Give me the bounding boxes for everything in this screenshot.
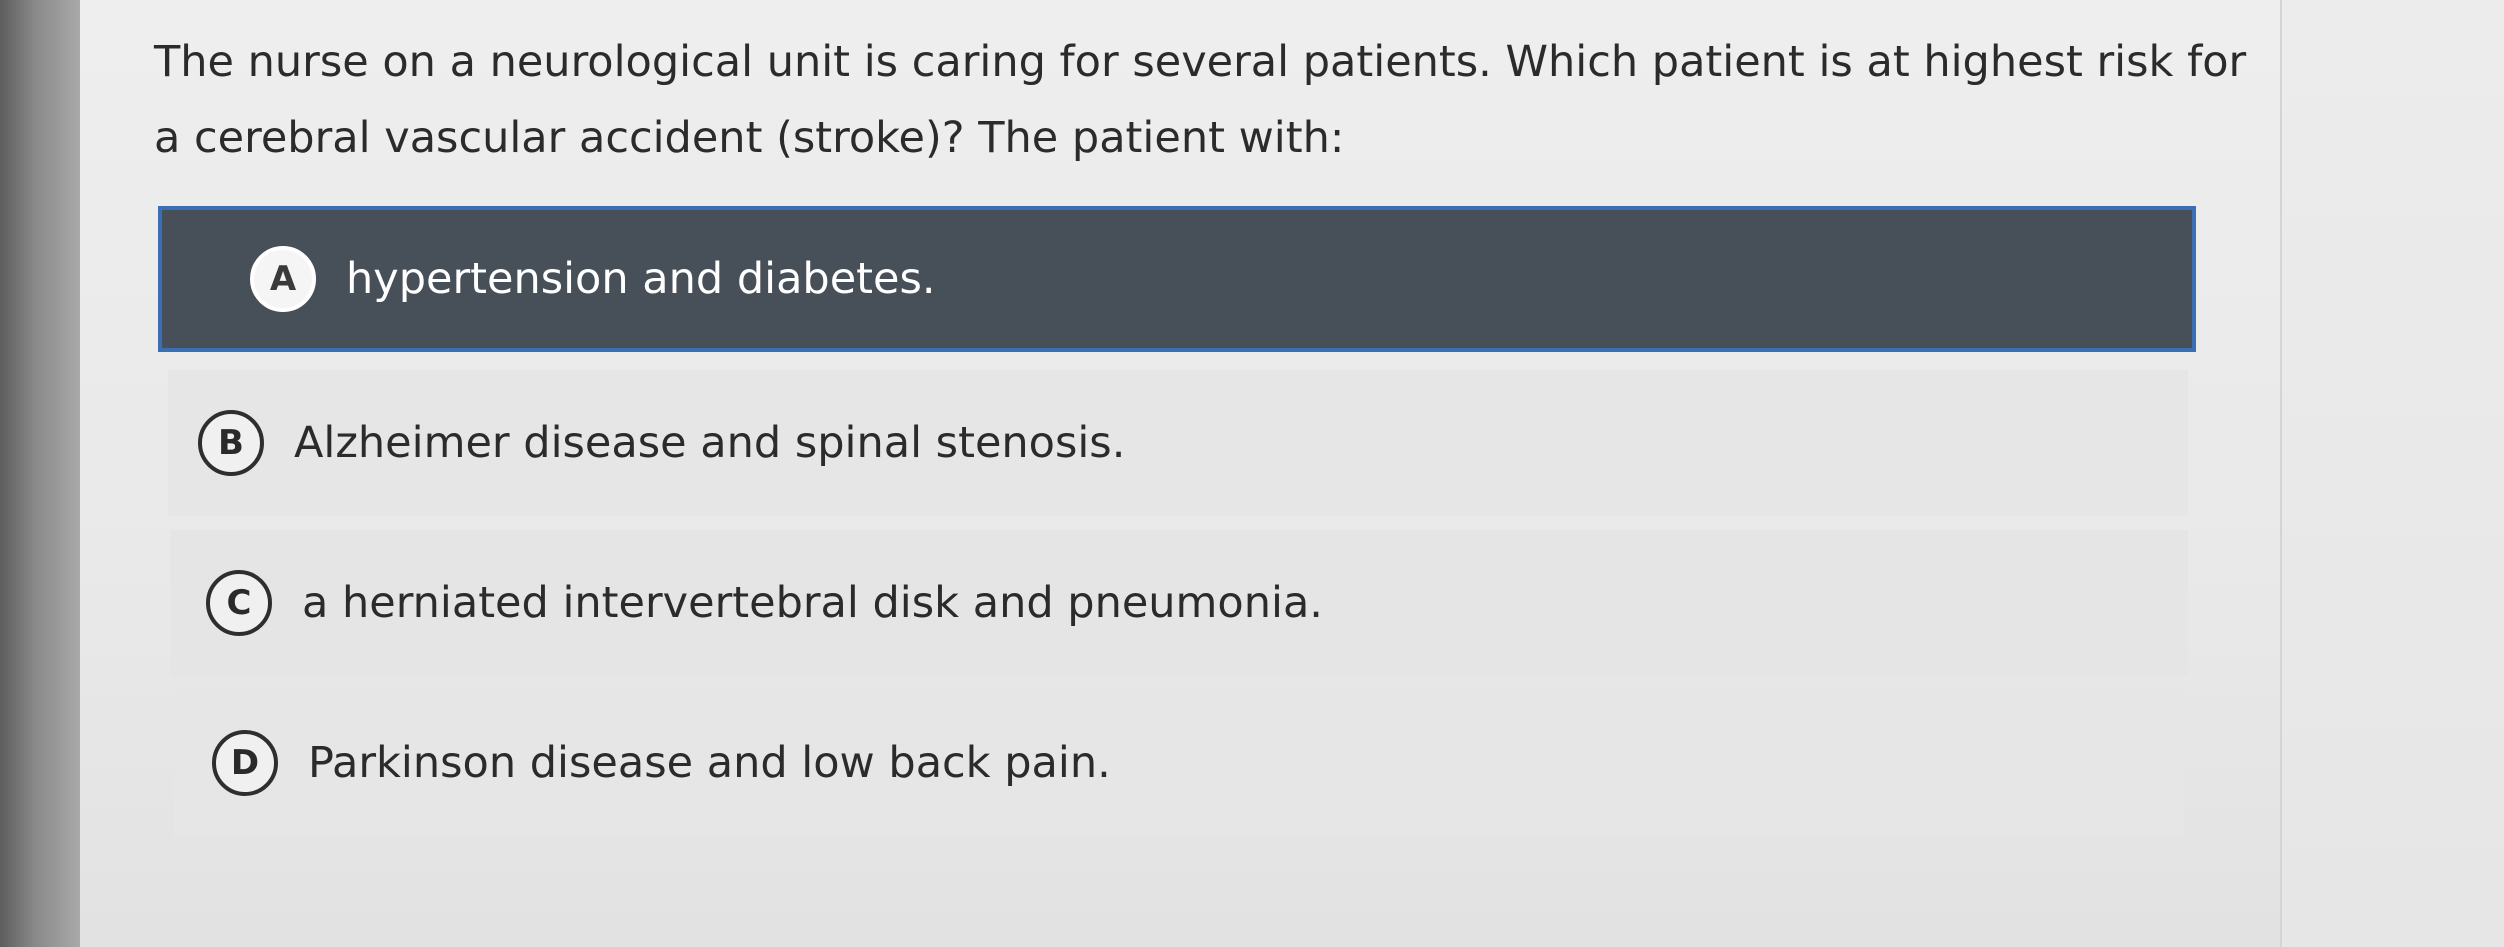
option-c[interactable]: C a herniated intervertebral disk and pn… xyxy=(170,530,2188,676)
option-b-letter-badge: B xyxy=(198,410,264,476)
right-panel xyxy=(2280,0,2504,947)
option-b[interactable]: B Alzheimer disease and spinal stenosis. xyxy=(168,370,2188,516)
option-b-text: Alzheimer disease and spinal stenosis. xyxy=(294,418,1126,468)
option-d[interactable]: D Parkinson disease and low back pain. xyxy=(174,690,2184,836)
option-d-letter-badge: D xyxy=(212,730,278,796)
option-c-text: a herniated intervertebral disk and pneu… xyxy=(302,578,1323,628)
option-a[interactable]: A hypertension and diabetes. xyxy=(158,206,2196,352)
option-c-letter-badge: C xyxy=(206,570,272,636)
option-a-text: hypertension and diabetes. xyxy=(346,254,936,304)
screen-bezel xyxy=(0,0,80,947)
option-d-text: Parkinson disease and low back pain. xyxy=(308,738,1111,788)
option-a-letter-badge: A xyxy=(250,246,316,312)
question-text: The nurse on a neurological unit is cari… xyxy=(154,37,2247,163)
